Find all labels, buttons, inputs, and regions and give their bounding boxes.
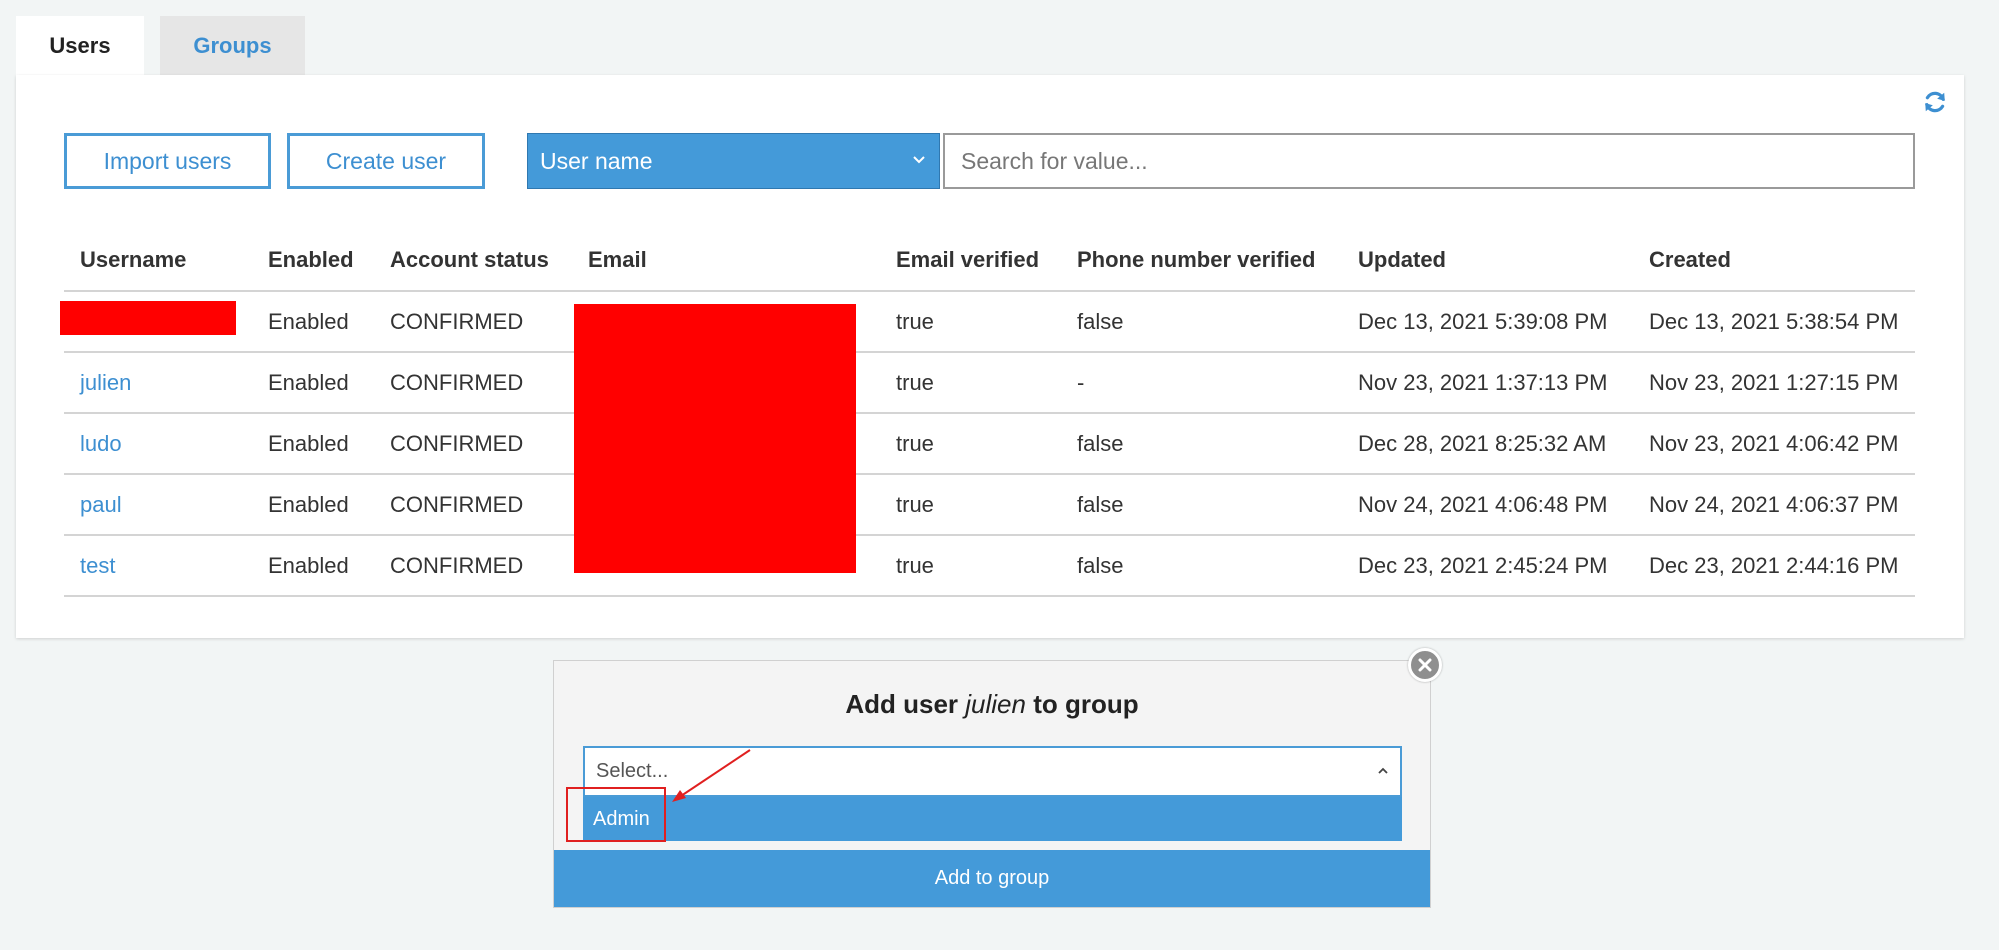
cell-enabled: Enabled <box>252 291 374 353</box>
cell-email-verified: true <box>880 413 1061 475</box>
cell-updated: Dec 23, 2021 2:45:24 PM <box>1342 535 1633 597</box>
table-row[interactable]: ludo Enabled CONFIRMED true false Dec 28… <box>64 413 1915 475</box>
cell-phone-verified: - <box>1061 352 1342 414</box>
table-row[interactable]: test Enabled CONFIRMED true false Dec 23… <box>64 535 1915 597</box>
column-header-enabled[interactable]: Enabled <box>252 230 374 292</box>
refresh-icon[interactable] <box>1922 89 1948 115</box>
username-link[interactable]: test <box>80 553 115 578</box>
table-row[interactable]: paul Enabled CONFIRMED true false Nov 24… <box>64 474 1915 536</box>
users-panel: Import users Create user User name Usern… <box>16 75 1964 638</box>
column-header-account-status[interactable]: Account status <box>374 230 572 292</box>
cell-enabled: Enabled <box>252 535 374 597</box>
filter-attribute-select[interactable]: User name <box>527 133 940 189</box>
users-table: Username Enabled Account status Email Em… <box>64 230 1915 597</box>
tab-groups[interactable]: Groups <box>160 16 305 75</box>
cell-email-verified: true <box>880 352 1061 414</box>
close-icon <box>1418 658 1432 672</box>
column-header-email[interactable]: Email <box>572 230 880 292</box>
cell-updated: Dec 13, 2021 5:39:08 PM <box>1342 291 1633 353</box>
table-row[interactable]: julien Enabled CONFIRMED true - Nov 23, … <box>64 352 1915 414</box>
cell-phone-verified: false <box>1061 474 1342 536</box>
cell-created: Dec 13, 2021 5:38:54 PM <box>1633 291 1915 353</box>
cell-username: test <box>64 535 252 597</box>
cell-updated: Nov 23, 2021 1:37:13 PM <box>1342 352 1633 414</box>
redaction-email <box>574 304 856 573</box>
cell-created: Nov 24, 2021 4:06:37 PM <box>1633 474 1915 536</box>
filter-attribute-value: User name <box>540 147 653 174</box>
cell-enabled: Enabled <box>252 352 374 414</box>
column-header-phone-verified[interactable]: Phone number verified <box>1061 230 1342 292</box>
column-header-username[interactable]: Username <box>64 230 252 292</box>
cell-enabled: Enabled <box>252 413 374 475</box>
create-user-button[interactable]: Create user <box>287 133 485 189</box>
cell-phone-verified: false <box>1061 413 1342 475</box>
cell-status: CONFIRMED <box>374 413 572 475</box>
annotation-highlight-box <box>566 787 666 842</box>
table-row[interactable]: Enabled CONFIRMED true false Dec 13, 202… <box>64 291 1915 353</box>
group-select-placeholder: Select... <box>596 760 669 782</box>
cell-updated: Dec 28, 2021 8:25:32 AM <box>1342 413 1633 475</box>
cell-phone-verified: false <box>1061 291 1342 353</box>
redaction-username <box>60 301 236 335</box>
chevron-up-icon <box>1378 767 1388 774</box>
import-users-button[interactable]: Import users <box>64 133 271 189</box>
username-link[interactable]: paul <box>80 492 122 517</box>
cell-email-verified: true <box>880 535 1061 597</box>
cell-username: paul <box>64 474 252 536</box>
cell-phone-verified: false <box>1061 535 1342 597</box>
username-link[interactable]: ludo <box>80 431 122 456</box>
cell-created: Dec 23, 2021 2:44:16 PM <box>1633 535 1915 597</box>
tab-users[interactable]: Users <box>16 16 144 75</box>
add-to-group-button[interactable]: Add to group <box>554 850 1430 907</box>
cell-email-verified: true <box>880 291 1061 353</box>
annotation-arrow <box>672 749 751 802</box>
chevron-down-icon <box>913 156 925 164</box>
search-input[interactable] <box>943 133 1915 189</box>
cell-status: CONFIRMED <box>374 535 572 597</box>
cell-status: CONFIRMED <box>374 291 572 353</box>
cell-username: julien <box>64 352 252 414</box>
close-modal-button[interactable] <box>1408 648 1442 682</box>
column-header-updated[interactable]: Updated <box>1342 230 1633 292</box>
cell-status: CONFIRMED <box>374 474 572 536</box>
modal-title-suffix: to group <box>1033 689 1139 719</box>
column-header-email-verified[interactable]: Email verified <box>880 230 1061 292</box>
cell-enabled: Enabled <box>252 474 374 536</box>
modal-title-prefix: Add user <box>845 689 959 719</box>
cell-status: CONFIRMED <box>374 352 572 414</box>
modal-title-user: julien <box>965 689 1026 719</box>
cell-created: Nov 23, 2021 1:27:15 PM <box>1633 352 1915 414</box>
cell-updated: Nov 24, 2021 4:06:48 PM <box>1342 474 1633 536</box>
table-header-row: Username Enabled Account status Email Em… <box>64 230 1915 292</box>
cell-username: ludo <box>64 413 252 475</box>
cell-created: Nov 23, 2021 4:06:42 PM <box>1633 413 1915 475</box>
username-link[interactable]: julien <box>80 370 131 395</box>
column-header-created[interactable]: Created <box>1633 230 1915 292</box>
cell-email-verified: true <box>880 474 1061 536</box>
modal-title: Add user julien to group <box>554 689 1430 720</box>
